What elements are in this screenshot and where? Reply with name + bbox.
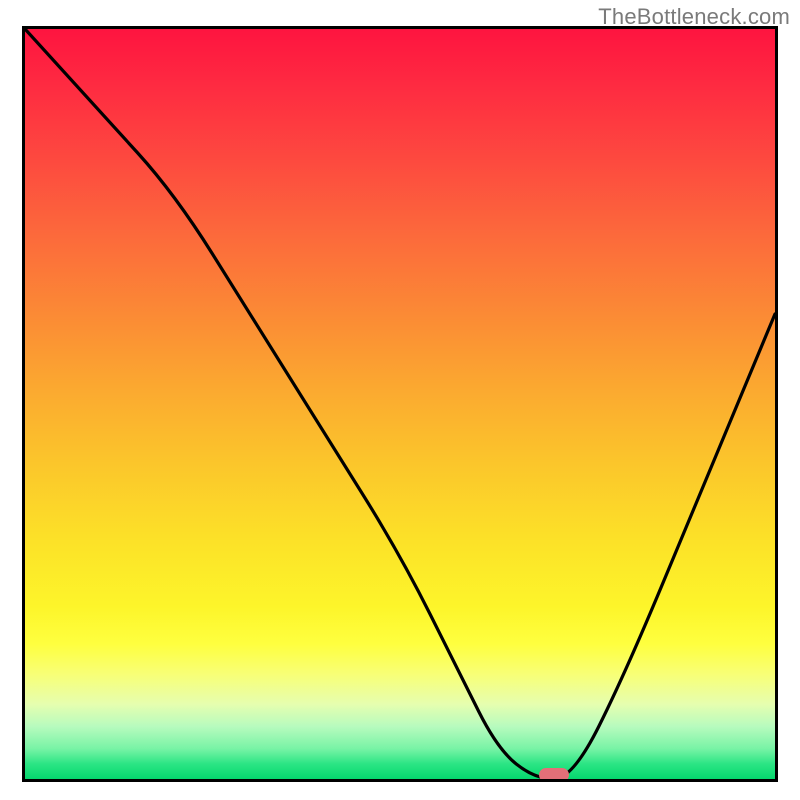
bottleneck-curve [25,29,775,779]
optimal-marker [539,768,569,782]
watermark-text: TheBottleneck.com [598,4,790,30]
plot-area [22,26,778,782]
bottleneck-chart: TheBottleneck.com [0,0,800,800]
